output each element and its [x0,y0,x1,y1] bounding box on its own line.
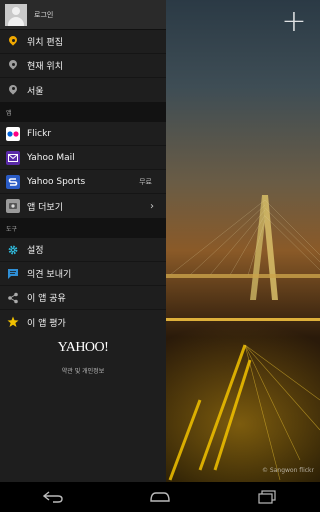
location-pin-icon [6,83,20,97]
location-pin-icon [6,59,20,73]
recent-apps-button[interactable] [256,489,278,505]
share-app-item[interactable]: 이 앱 공유 [0,286,166,310]
photo-credit: © Sangwon flickr [262,467,314,474]
drawer-footer: YAHOO! 약관 및 개인정보 [0,334,166,375]
yahoo-sports-icon [6,174,20,189]
seoul-location-item[interactable]: 서울 [0,78,166,102]
share-icon [6,291,20,305]
yahoo-sports-item[interactable]: Yahoo Sports 무료 [0,170,166,194]
apps-section-header: 앱 [0,102,166,122]
add-location-button[interactable]: + [280,7,308,37]
free-badge: 무료 [139,177,152,186]
recent-apps-icon [258,490,276,504]
yahoo-mail-item[interactable]: Yahoo Mail [0,146,166,170]
settings-label: 설정 [27,246,44,256]
yahoo-logo: YAHOO! [57,340,109,355]
edit-location-label: 위치 편집 [27,38,63,48]
profile-row[interactable]: 로그인 [0,0,166,30]
current-location-item[interactable]: 현재 위치 [0,54,166,78]
system-nav-bar [0,482,320,512]
yahoo-mail-icon [6,150,20,165]
share-app-label: 이 앱 공유 [27,294,66,304]
chevron-right-icon: › [150,200,154,212]
yahoo-sports-label: Yahoo Sports [27,176,86,187]
navigation-drawer: 로그인 위치 편집 현재 위치 서울 앱 Flickr Yahoo Mail Y… [0,0,166,482]
location-pin-icon [6,35,20,49]
home-button[interactable] [149,489,171,505]
yahoo-mail-label: Yahoo Mail [27,152,75,163]
back-icon [43,491,64,503]
login-label: 로그인 [34,10,54,19]
rate-app-item[interactable]: 이 앱 평가 [0,310,166,334]
seoul-location-label: 서울 [27,86,44,97]
flickr-label: Flickr [27,128,52,139]
flickr-item[interactable]: Flickr [0,122,166,146]
more-apps-label: 앱 더보기 [27,202,63,213]
current-location-label: 현재 위치 [27,62,63,72]
tools-section-header: 도구 [0,218,166,238]
send-feedback-label: 의견 보내기 [27,270,72,280]
home-icon [150,492,170,502]
edit-location-item[interactable]: 위치 편집 [0,30,166,54]
settings-item[interactable]: 설정 [0,238,166,262]
more-apps-item[interactable]: 앱 더보기 › [0,194,166,218]
feedback-icon [6,267,20,281]
star-icon [6,315,20,329]
terms-link[interactable]: 약관 및 개인정보 [0,366,166,375]
back-button[interactable] [42,489,64,505]
flickr-icon [6,126,20,141]
more-apps-icon [6,199,20,213]
rate-app-label: 이 앱 평가 [27,318,66,329]
avatar-icon [5,3,27,26]
send-feedback-item[interactable]: 의견 보내기 [0,262,166,286]
gear-icon [6,243,20,257]
